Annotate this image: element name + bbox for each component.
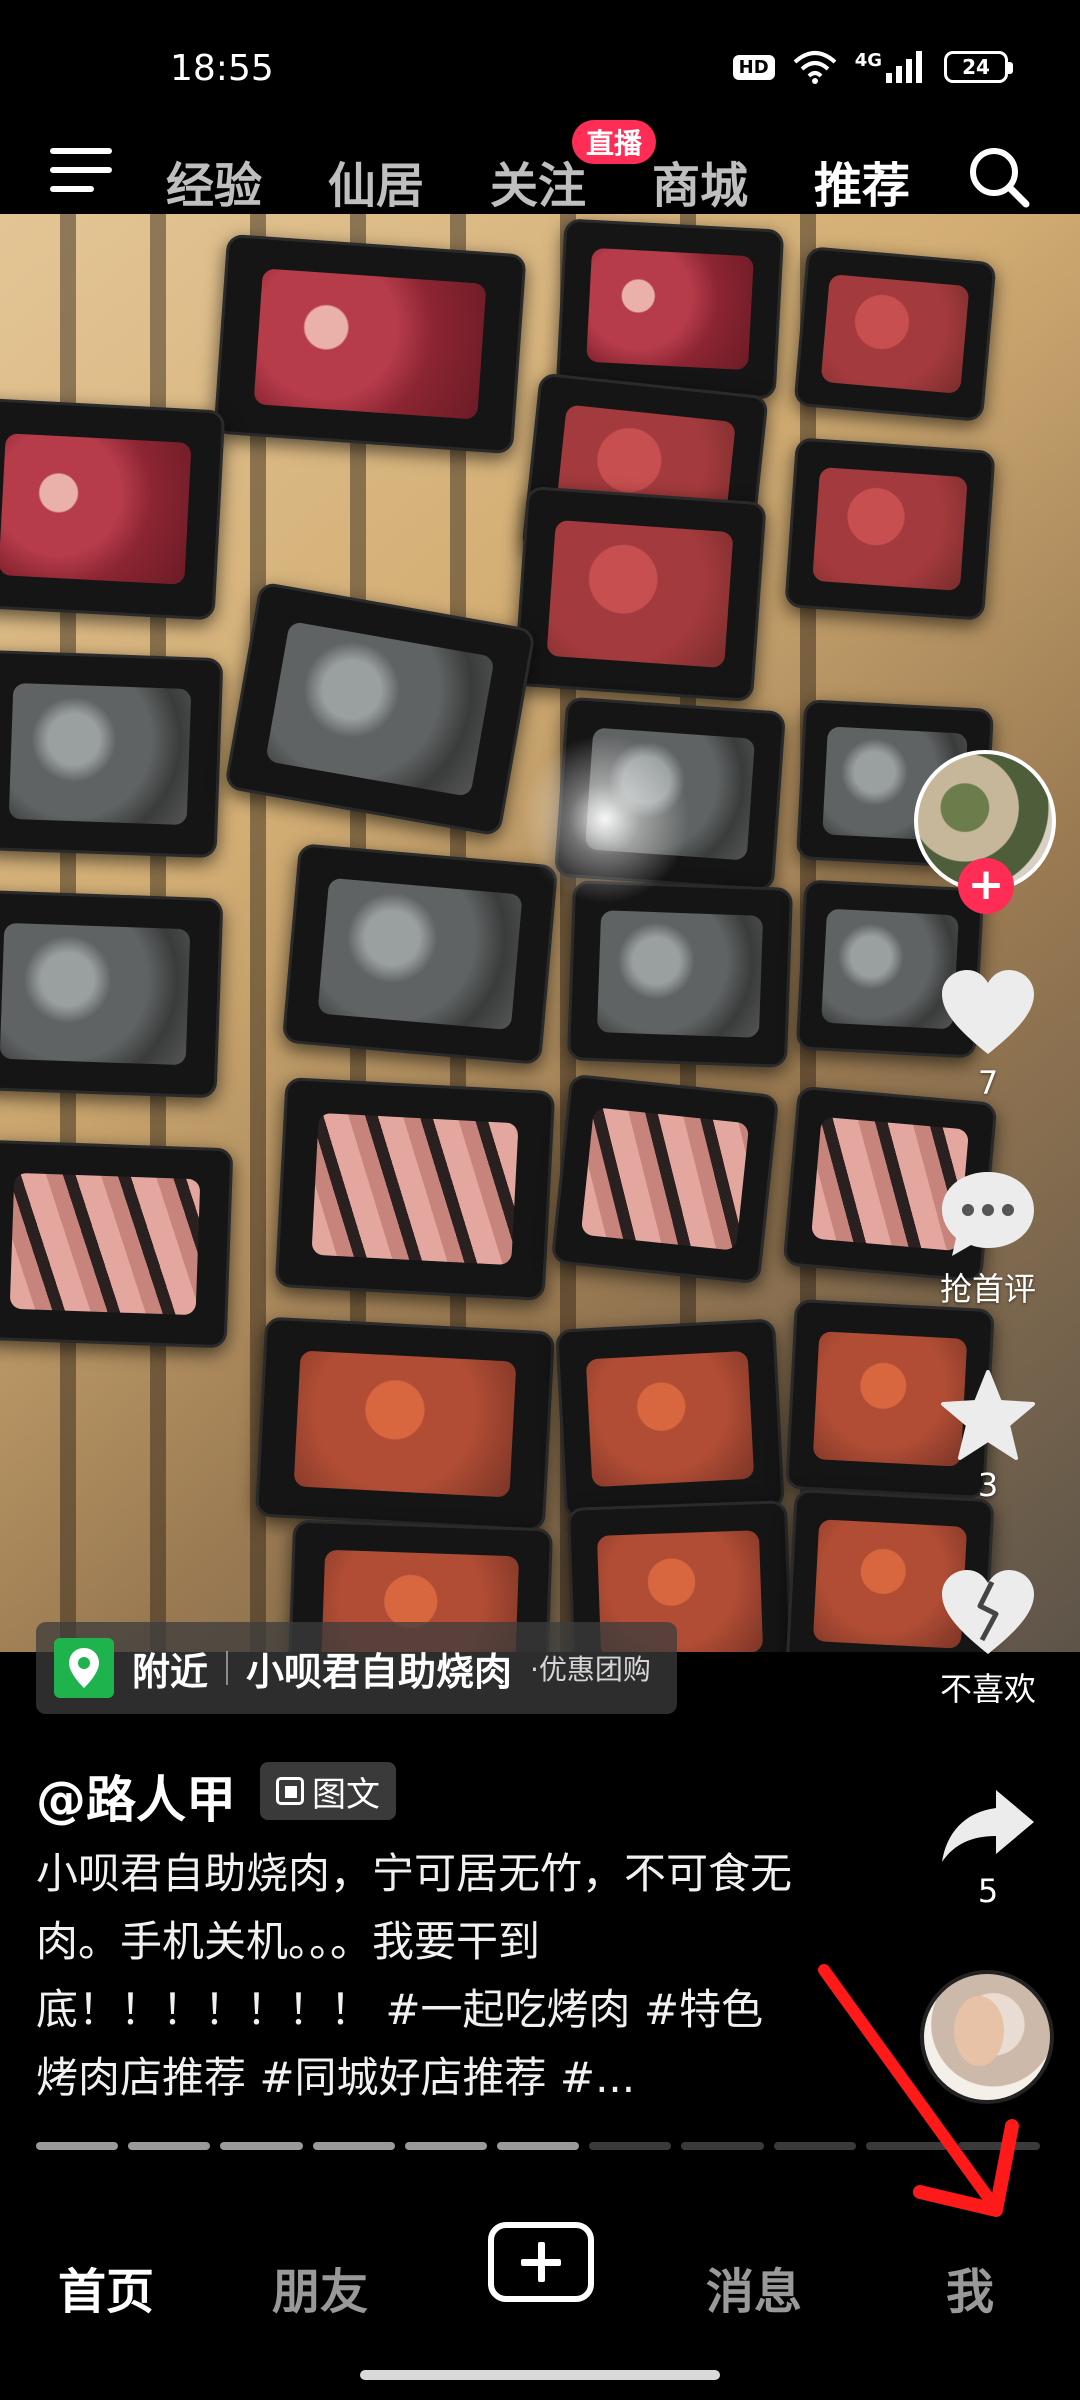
home-indicator (360, 2370, 720, 2380)
bottom-nav: 首页 朋友 消息 我 (0, 2190, 1080, 2400)
top-nav: 经验 仙居 关注 直播 商城 推荐 (0, 108, 1080, 222)
battery-level: 24 (962, 55, 990, 79)
tab-xianju[interactable]: 仙居 (328, 146, 424, 216)
status-bar: 18:55 HD 4G 24 (0, 0, 1080, 108)
nav-home[interactable]: 首页 (58, 2252, 154, 2322)
post-caption[interactable]: 小呗君自助烧肉，宁可居无竹，不可食无肉。手机关机。。。我要干到底！！！！！！！ … (36, 1840, 796, 2112)
location-pin-icon (54, 1638, 114, 1698)
author-name[interactable]: @路人甲 (36, 1760, 236, 1832)
tab-following[interactable]: 关注 (490, 146, 586, 216)
signal-icon (886, 51, 922, 83)
like-count: 7 (977, 1064, 999, 1102)
progress-segment (404, 2142, 487, 2150)
progress-segment (312, 2142, 395, 2150)
progress-segment (589, 2142, 672, 2150)
post-type-tag: 图文 (260, 1762, 396, 1820)
search-icon[interactable] (966, 144, 1032, 210)
status-icons: HD 4G 24 (732, 49, 1013, 84)
nav-friends[interactable]: 朋友 (272, 2252, 368, 2322)
tab-mall[interactable]: 商城 (652, 146, 748, 216)
plus-icon (521, 2242, 561, 2282)
location-name: 小呗君自助烧肉 (246, 1649, 513, 1694)
broken-heart-icon (942, 1570, 1034, 1654)
progress-segment (496, 2142, 580, 2150)
status-time: 18:55 (170, 48, 274, 89)
hd-icon: HD (732, 54, 775, 80)
share-button[interactable]: 5 (920, 1786, 1056, 1910)
progress-segment (957, 2142, 1041, 2150)
live-badge: 直播 (572, 120, 657, 164)
comment-label: 抢首评 (939, 1270, 1036, 1308)
post-image[interactable] (0, 214, 1080, 1652)
light-glare (520, 734, 690, 904)
nav-messages[interactable]: 消息 (706, 2252, 802, 2322)
carousel-progress (36, 2142, 1041, 2150)
progress-segment (681, 2142, 764, 2150)
music-disc[interactable] (920, 1970, 1054, 2104)
battery-icon: 24 (944, 51, 1013, 83)
tab-recommend[interactable]: 推荐 (814, 146, 910, 216)
comment-button[interactable]: 抢首评 (920, 1168, 1056, 1310)
wifi-icon (793, 51, 837, 84)
location-nearby: 附近 (132, 1649, 209, 1694)
progress-segment (865, 2142, 948, 2150)
progress-segment (220, 2142, 303, 2150)
follow-button[interactable]: + (958, 858, 1014, 914)
favorite-button[interactable]: 3 (920, 1370, 1056, 1504)
dislike-label: 不喜欢 (939, 1670, 1036, 1708)
network-type: 4G (854, 49, 882, 71)
nav-me[interactable]: 我 (946, 2252, 994, 2322)
star-icon (941, 1370, 1035, 1460)
create-post-button[interactable] (488, 2222, 594, 2302)
share-arrow-icon (942, 1790, 1034, 1862)
location-divider (226, 1651, 229, 1685)
favorite-count: 3 (977, 1466, 999, 1504)
tab-experience[interactable]: 经验 (166, 146, 262, 216)
progress-segment (36, 2142, 119, 2150)
progress-segment (773, 2142, 856, 2150)
comment-icon (942, 1172, 1034, 1256)
location-tag[interactable]: 附近 小呗君自助烧肉 ·优惠团购 (36, 1622, 677, 1714)
location-promo: ·优惠团购 (530, 1653, 651, 1686)
post-type-label: 图文 (312, 1774, 380, 1815)
progress-segment (128, 2142, 211, 2150)
dislike-button[interactable]: 不喜欢 (920, 1568, 1056, 1710)
like-button[interactable]: 7 (920, 968, 1056, 1102)
heart-icon (942, 970, 1034, 1054)
image-text-icon (276, 1777, 304, 1805)
share-count: 5 (977, 1872, 999, 1910)
menu-icon[interactable] (50, 148, 112, 194)
